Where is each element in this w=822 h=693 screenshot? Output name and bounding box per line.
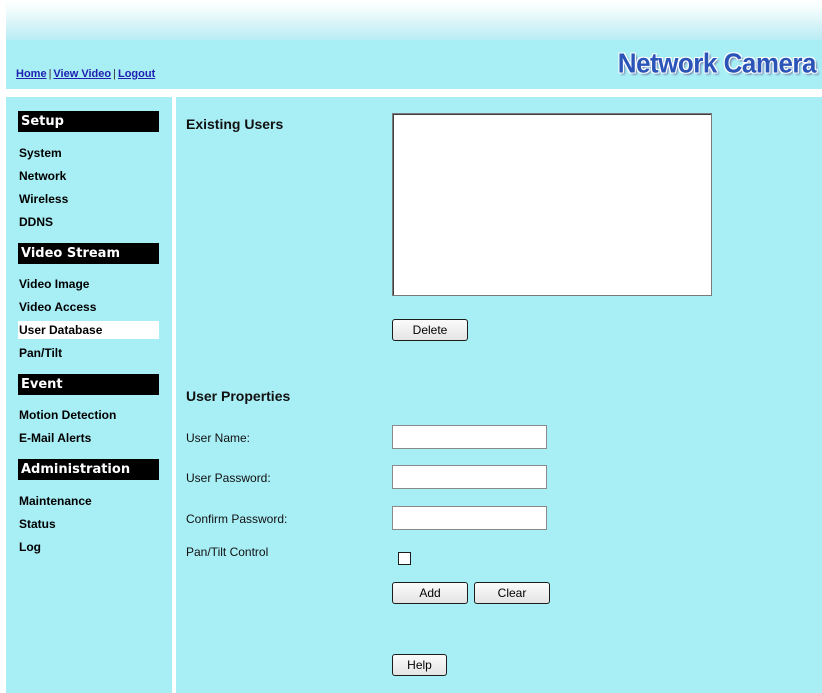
sidebar-item-motion-detection[interactable]: Motion Detection [18,406,159,424]
sidebar-item-video-image[interactable]: Video Image [18,275,159,293]
view-video-link[interactable]: View Video [53,68,111,80]
sidebar-item-ddns[interactable]: DDNS [18,213,159,231]
sidebar-item-pan-tilt[interactable]: Pan/Tilt [18,344,159,362]
home-link[interactable]: Home [16,68,47,80]
sidebar: Setup System Network Wireless DDNS Video… [6,97,172,693]
user-password-input[interactable] [392,465,547,489]
sidebar-item-status[interactable]: Status [18,515,159,533]
add-button[interactable]: Add [392,582,468,604]
header-bar: Home | View Video | Logout Network Camera [6,40,822,89]
user-name-input[interactable] [392,425,547,449]
clear-button[interactable]: Clear [474,582,550,604]
user-password-label: User Password: [186,471,271,485]
user-name-label: User Name: [186,431,251,445]
main-content: Existing Users Delete User Properties Us… [176,97,822,693]
pan-tilt-control-label: Pan/Tilt Control [186,545,269,559]
delete-button[interactable]: Delete [392,319,468,341]
sidebar-section-setup: Setup [18,111,159,132]
sidebar-item-network[interactable]: Network [18,167,159,185]
sidebar-item-email-alerts[interactable]: E-Mail Alerts [18,429,159,447]
sidebar-section-video-stream: Video Stream [18,243,159,264]
existing-users-title: Existing Users [186,116,284,132]
link-separator: | [113,68,116,80]
sidebar-item-user-database[interactable]: User Database [18,321,159,339]
existing-users-listbox[interactable] [392,113,712,296]
user-properties-title: User Properties [186,388,291,404]
network-camera-logo: Network Camera [617,47,817,79]
pan-tilt-control-checkbox[interactable] [398,552,411,565]
top-banner-gradient [6,0,822,40]
top-nav-links: Home | View Video | Logout [16,68,155,80]
sidebar-item-system[interactable]: System [18,144,159,162]
logout-link[interactable]: Logout [118,68,155,80]
help-button[interactable]: Help [392,654,447,676]
confirm-password-input[interactable] [392,506,547,530]
sidebar-item-log[interactable]: Log [18,538,159,556]
sidebar-item-wireless[interactable]: Wireless [18,190,159,208]
sidebar-section-event: Event [18,374,159,395]
sidebar-item-maintenance[interactable]: Maintenance [18,492,159,510]
confirm-password-label: Confirm Password: [186,512,288,526]
sidebar-section-administration: Administration [18,459,159,480]
sidebar-item-video-access[interactable]: Video Access [18,298,159,316]
header-divider [6,89,822,97]
